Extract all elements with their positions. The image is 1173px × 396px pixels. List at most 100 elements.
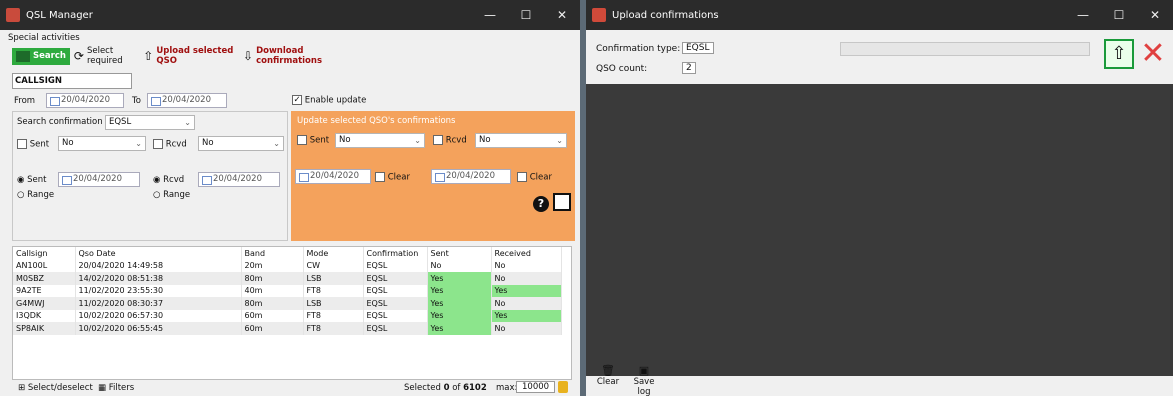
table-cell: EQSL xyxy=(363,322,428,335)
table-cell: LSB xyxy=(303,272,364,285)
update-confirmations-group: Update selected QSO's confirmations Sent… xyxy=(291,111,575,241)
sent-radio[interactable]: ◉ Sent xyxy=(17,175,46,185)
upd-sent-select[interactable]: No ⌄ xyxy=(335,133,425,148)
grid-icon: ⊞ xyxy=(18,383,26,393)
column-header[interactable]: Band xyxy=(241,247,304,260)
confirmation-type-label: Confirmation type: xyxy=(596,44,681,54)
table-cell: EQSL xyxy=(363,259,428,272)
upd-sent-checkbox[interactable]: Sent xyxy=(297,135,329,146)
upd-sent-date-picker[interactable]: 20/04/2020 xyxy=(295,169,371,184)
rcvd-select[interactable]: No ⌄ xyxy=(198,136,284,151)
close-button[interactable]: ✕ xyxy=(1137,8,1173,22)
maximize-button[interactable]: ☐ xyxy=(508,8,544,22)
table-cell: 14/02/2020 08:51:38 xyxy=(75,272,242,285)
max-input[interactable]: 10000 xyxy=(516,381,556,393)
rcvd-radio[interactable]: ◉ Rcvd xyxy=(153,175,184,185)
upd-sent-clear-checkbox[interactable]: Clear xyxy=(375,172,410,183)
column-header[interactable]: Qso Date xyxy=(75,247,242,260)
minimize-button[interactable]: — xyxy=(1065,8,1101,22)
table-cell: 11/02/2020 23:55:30 xyxy=(75,284,242,297)
to-date-picker[interactable]: 20/04/2020 xyxy=(147,93,227,108)
max-label: max: xyxy=(496,383,518,393)
sent-date-picker[interactable]: 20/04/2020 xyxy=(58,172,140,187)
rcvd-date-picker[interactable]: 20/04/2020 xyxy=(198,172,280,187)
close-button[interactable]: ✕ xyxy=(544,8,580,22)
table-cell: No xyxy=(491,322,562,335)
table-row[interactable]: M0SBZ 14/02/2020 08:51:38 80m LSB EQSL Yes No xyxy=(13,272,562,285)
upload-selected-button[interactable]: ⇧ Upload selected QSO xyxy=(143,46,239,66)
column-header[interactable]: Mode xyxy=(303,247,364,260)
download-confirmations-button[interactable]: ⇩ Download confirmations xyxy=(243,46,352,66)
range-radio-rcvd[interactable]: ○ Range xyxy=(153,190,190,200)
help-icon[interactable]: ? xyxy=(533,196,549,212)
sent-select[interactable]: No ⌄ xyxy=(58,136,146,151)
table-cell: 60m xyxy=(241,322,304,335)
range-radio-sent[interactable]: ○ Range xyxy=(17,190,54,200)
table-cell: 20/04/2020 14:49:58 xyxy=(75,259,242,272)
upload-confirmations-window: Upload confirmations — ☐ ✕ Confirmation … xyxy=(586,0,1173,396)
special-activities-menu[interactable]: Special activities xyxy=(8,33,80,43)
table-row[interactable]: I3QDK 10/02/2020 06:57:30 60m FT8 EQSL Yes Yes xyxy=(13,309,562,322)
maximize-button[interactable]: ☐ xyxy=(1101,8,1137,22)
log-area[interactable] xyxy=(586,84,1173,376)
table-cell: No xyxy=(427,259,492,272)
table-cell: 80m xyxy=(241,297,304,310)
column-header[interactable]: Confirmation xyxy=(363,247,428,260)
table-row[interactable]: G4MWJ 11/02/2020 08:30:37 80m LSB EQSL Yes No xyxy=(13,297,562,310)
table-cell: AN100L xyxy=(13,259,76,272)
window-title: Upload confirmations xyxy=(612,9,719,21)
save-icon[interactable] xyxy=(553,193,571,211)
clear-button[interactable]: 🗑 Clear xyxy=(596,364,620,387)
table-cell: 10/02/2020 06:55:45 xyxy=(75,322,242,335)
column-header[interactable]: Sent xyxy=(427,247,492,260)
column-header[interactable]: Callsign xyxy=(13,247,76,260)
from-date-picker[interactable]: 20/04/2020 xyxy=(46,93,124,108)
table-row[interactable]: AN100L 20/04/2020 14:49:58 20m CW EQSL No No xyxy=(13,259,562,272)
table-row[interactable]: SP8AIK 10/02/2020 06:55:45 60m FT8 EQSL Yes No xyxy=(13,322,562,335)
table-cell: 10/02/2020 06:57:30 xyxy=(75,309,242,322)
select-required-button[interactable]: ⟳ Select required xyxy=(74,46,139,66)
rcvd-checkbox[interactable]: Rcvd xyxy=(153,139,187,150)
table-cell: No xyxy=(491,272,562,285)
filters-button[interactable]: ▦ Filters xyxy=(98,383,134,393)
table-cell: FT8 xyxy=(303,284,364,297)
sent-checkbox[interactable]: Sent xyxy=(17,139,49,150)
confirmation-type-value: EQSL xyxy=(682,42,714,54)
search-confirmation-select[interactable]: EQSL ⌄ xyxy=(105,115,195,130)
qsl-titlebar: QSL Manager — ☐ ✕ xyxy=(0,0,580,30)
search-confirmation-label: Search confirmation xyxy=(17,117,103,127)
search-icon xyxy=(16,50,30,62)
column-header[interactable]: Received xyxy=(491,247,562,260)
table-cell: 60m xyxy=(241,309,304,322)
table-cell: EQSL xyxy=(363,284,428,297)
minimize-button[interactable]: — xyxy=(472,8,508,22)
enable-update-checkbox[interactable]: ✓ Enable update xyxy=(292,95,366,106)
table-cell: 9A2TE xyxy=(13,284,76,297)
upd-rcvd-date-picker[interactable]: 20/04/2020 xyxy=(431,169,511,184)
search-confirmation-group: Search confirmation EQSL ⌄ Sent No ⌄ Rcvd … xyxy=(12,111,288,241)
table-cell: EQSL xyxy=(363,309,428,322)
upd-rcvd-clear-checkbox[interactable]: Clear xyxy=(517,172,552,183)
trash-icon: 🗑 xyxy=(601,364,615,377)
search-button[interactable]: Search xyxy=(12,47,70,65)
upd-rcvd-select[interactable]: No ⌄ xyxy=(475,133,567,148)
upd-rcvd-checkbox[interactable]: Rcvd xyxy=(433,135,467,146)
table-row[interactable]: 9A2TE 11/02/2020 23:55:30 40m FT8 EQSL Yes Yes xyxy=(13,284,562,297)
lock-icon[interactable] xyxy=(558,381,568,393)
table-cell: EQSL xyxy=(363,297,428,310)
table-cell: Yes xyxy=(427,322,492,335)
qsl-manager-window: QSL Manager — ☐ ✕ Special activities Sea… xyxy=(0,0,580,396)
cancel-button[interactable]: ✕ xyxy=(1138,39,1168,69)
start-upload-button[interactable]: ⇧ xyxy=(1104,39,1134,69)
upload-icon: ⇧ xyxy=(1111,43,1127,64)
select-deselect-button[interactable]: ⊞ Select/deselect xyxy=(18,383,93,393)
table-cell: Yes xyxy=(427,309,492,322)
table-cell: M0SBZ xyxy=(13,272,76,285)
table-cell: Yes xyxy=(427,272,492,285)
callsign-input[interactable]: CALLSIGN xyxy=(12,73,132,89)
table-cell: 20m xyxy=(241,259,304,272)
bottom-bar: ⊞ Select/deselect ▦ Filters Selected 0 o… xyxy=(12,381,572,396)
save-log-button[interactable]: ▣ Save log xyxy=(626,364,662,396)
window-title: QSL Manager xyxy=(26,9,93,21)
table-header: Callsign Qso Date Band Mode Confirmation Sent… xyxy=(13,247,562,260)
